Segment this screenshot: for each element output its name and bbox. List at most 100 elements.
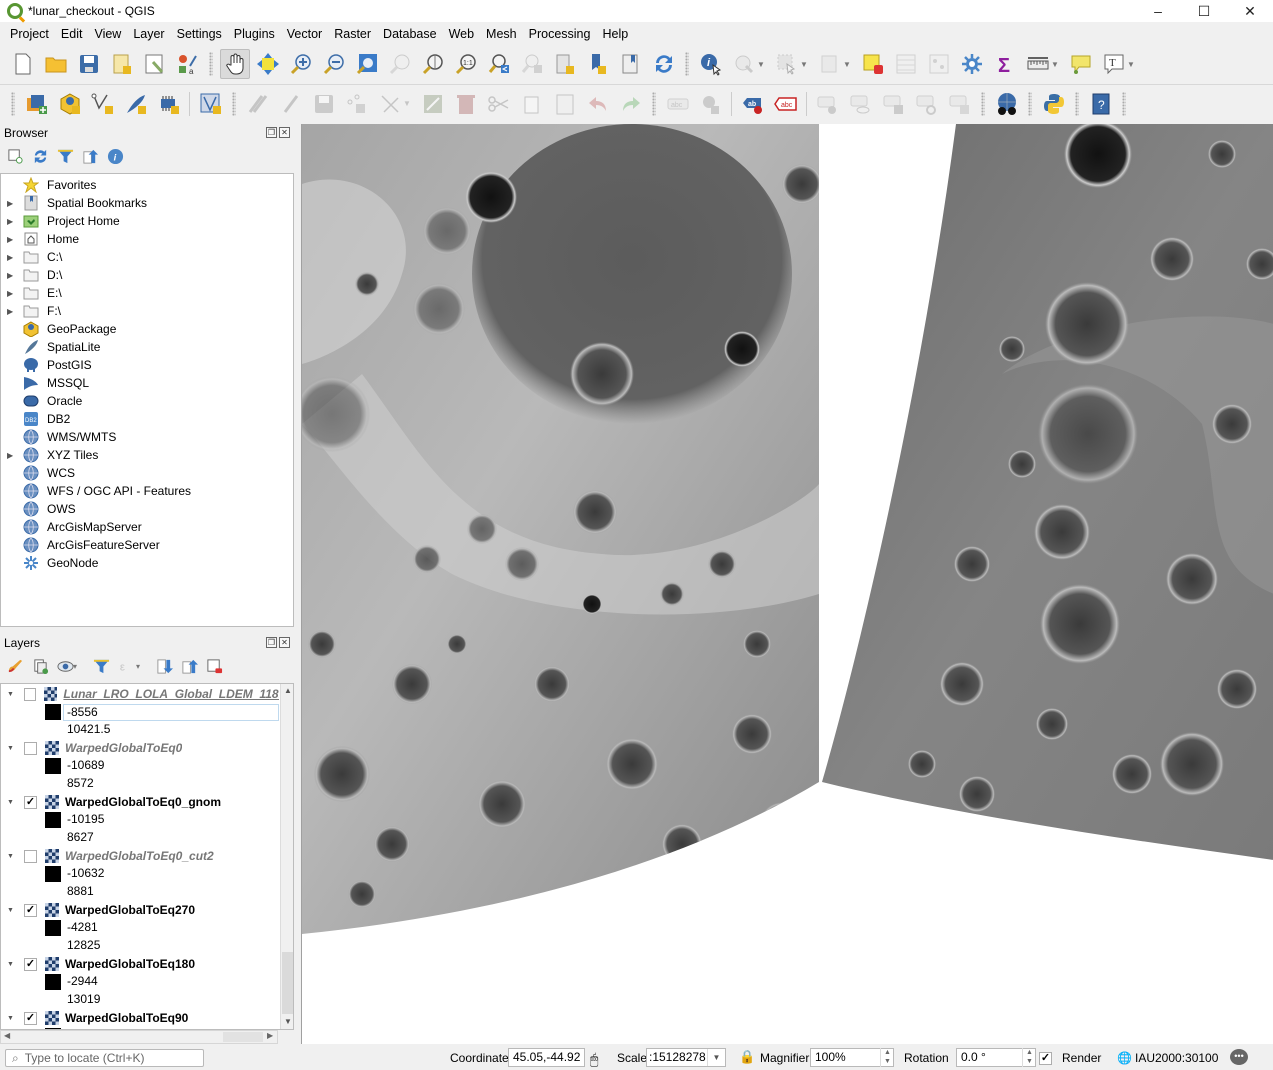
collapse-arrow-icon[interactable]: ▼ <box>7 907 17 914</box>
layer-min-value[interactable]: -8556 <box>63 704 279 721</box>
minimize-button[interactable]: – <box>1135 0 1181 22</box>
close-panel-icon[interactable]: ✕ <box>279 127 290 138</box>
label-toolbar-button[interactable]: abc <box>663 89 693 119</box>
collapse-arrow-icon[interactable]: ▼ <box>7 961 17 968</box>
add-selected-layers-button[interactable] <box>6 147 25 166</box>
scale-field[interactable]: :15128278 ▼ <box>646 1048 726 1067</box>
messages-icon[interactable]: ••• <box>1230 1049 1248 1065</box>
browser-item[interactable]: ▶ D:\ <box>1 266 293 284</box>
cut-features-button[interactable] <box>484 89 514 119</box>
menu-edit[interactable]: Edit <box>55 27 89 41</box>
maximize-button[interactable]: ☐ <box>1181 0 1227 22</box>
toolbar-grip[interactable] <box>1122 91 1126 116</box>
browser-item[interactable]: OWS <box>1 500 293 518</box>
menu-web[interactable]: Web <box>443 27 480 41</box>
scroll-left-icon[interactable]: ◀ <box>4 1031 10 1040</box>
menu-layer[interactable]: Layer <box>127 27 170 41</box>
browser-item[interactable]: GeoPackage <box>1 320 293 338</box>
new-map-view-button[interactable] <box>550 49 580 79</box>
browser-item[interactable]: ArcGisMapServer <box>1 518 293 536</box>
chevron-down-icon[interactable]: ▾ <box>73 662 82 671</box>
zoom-full-button[interactable] <box>352 49 382 79</box>
toolbar-grip[interactable] <box>981 91 985 116</box>
render-checkbox[interactable]: ✓ <box>1039 1052 1052 1065</box>
expand-arrow-icon[interactable]: ▶ <box>7 235 17 244</box>
filter-by-expression-button[interactable]: ε <box>117 657 136 676</box>
layer-visibility-checkbox[interactable] <box>24 741 37 755</box>
field-calculator-button[interactable]: Σ <box>990 49 1020 79</box>
statistics-summary-button[interactable] <box>924 49 954 79</box>
text-annotation-button[interactable]: T <box>1099 49 1129 79</box>
toolbar-grip[interactable] <box>1028 91 1032 116</box>
browser-item[interactable]: DB2 DB2 <box>1 410 293 428</box>
browser-item[interactable]: Favorites <box>1 176 293 194</box>
float-panel-icon[interactable]: ❐ <box>266 637 277 648</box>
collapse-arrow-icon[interactable]: ▼ <box>7 745 17 752</box>
menu-processing[interactable]: Processing <box>523 27 597 41</box>
copy-features-button[interactable] <box>517 89 547 119</box>
zoom-to-layer-button[interactable] <box>418 49 448 79</box>
new-print-layout-button[interactable] <box>107 49 137 79</box>
layer-visibility-checkbox[interactable] <box>24 849 37 863</box>
deselect-all-button[interactable] <box>858 49 888 79</box>
move-labels-diagrams-button[interactable] <box>879 89 909 119</box>
collapse-arrow-icon[interactable]: ▼ <box>7 799 17 806</box>
refresh-browser-button[interactable] <box>31 147 50 166</box>
rotate-label-button[interactable] <box>912 89 942 119</box>
add-feature-button[interactable] <box>342 89 372 119</box>
browser-item[interactable]: ▶ Project Home <box>1 212 293 230</box>
select-features-button[interactable] <box>772 49 802 79</box>
layout-manager-button[interactable] <box>140 49 170 79</box>
current-edits-button[interactable] <box>243 89 273 119</box>
browser-item[interactable]: SpatiaLite <box>1 338 293 356</box>
chevron-down-icon[interactable]: ▼ <box>403 99 412 108</box>
style-manager-button[interactable]: a <box>173 49 203 79</box>
measure-button[interactable] <box>1023 49 1053 79</box>
layer-visibility-checkbox[interactable]: ✓ <box>24 957 37 971</box>
properties-button[interactable]: i <box>106 147 125 166</box>
data-source-manager-button[interactable] <box>22 89 52 119</box>
layer-item[interactable]: ▼ ✓ WarpedGlobalToEq0_gnom <box>1 793 279 811</box>
toolbar-grip[interactable] <box>209 52 213 76</box>
add-group-button[interactable] <box>31 657 50 676</box>
open-attribute-table-button[interactable] <box>891 49 921 79</box>
python-console-button[interactable] <box>1039 89 1069 119</box>
collapse-arrow-icon[interactable]: ▼ <box>7 691 17 698</box>
layers-horizontal-scrollbar[interactable]: ◀ ▶ <box>0 1030 278 1044</box>
style-panel-button[interactable] <box>6 657 25 676</box>
zoom-to-selection-button[interactable] <box>385 49 415 79</box>
layer-visibility-checkbox[interactable] <box>23 687 37 701</box>
expand-arrow-icon[interactable]: ▶ <box>7 451 17 460</box>
layer-item[interactable]: ▼ Lunar_LRO_LOLA_Global_LDEM_118m <box>1 685 279 703</box>
menu-plugins[interactable]: Plugins <box>228 27 281 41</box>
menu-settings[interactable]: Settings <box>171 27 228 41</box>
toolbox-button[interactable] <box>957 49 987 79</box>
zoom-out-button[interactable] <box>319 49 349 79</box>
menu-database[interactable]: Database <box>377 27 443 41</box>
new-temporary-scratch-layer-button[interactable] <box>196 89 226 119</box>
new-geopackage-layer-button[interactable] <box>55 89 85 119</box>
scroll-up-icon[interactable]: ▲ <box>284 686 292 695</box>
deselect-button[interactable] <box>815 49 845 79</box>
magnifier-spinner-icon[interactable]: ▲ ▼ <box>880 1048 894 1067</box>
help-button[interactable]: ? <box>1086 89 1116 119</box>
scrollbar-thumb[interactable] <box>282 952 293 1014</box>
pan-map-button[interactable] <box>219 49 250 79</box>
layer-visibility-checkbox[interactable]: ✓ <box>24 1011 37 1025</box>
label-properties-button[interactable] <box>945 89 975 119</box>
expand-arrow-icon[interactable]: ▶ <box>7 289 17 298</box>
toolbar-grip[interactable] <box>685 52 689 76</box>
layer-item[interactable]: ▼ ✓ WarpedGlobalToEq270 <box>1 901 279 919</box>
locator-search-input[interactable]: ⌕ Type to locate (Ctrl+K) <box>5 1049 204 1067</box>
toolbar-grip[interactable] <box>11 91 15 116</box>
scrollbar-thumb[interactable] <box>223 1032 263 1042</box>
select-by-area-button[interactable] <box>729 49 759 79</box>
crs-button[interactable]: IAU2000:30100 <box>1135 1051 1218 1065</box>
undo-button[interactable] <box>583 89 613 119</box>
toolbar-grip[interactable] <box>1075 91 1079 116</box>
browser-item[interactable]: Oracle <box>1 392 293 410</box>
collapse-all-button[interactable] <box>81 147 100 166</box>
show-bookmarks-button[interactable] <box>616 49 646 79</box>
pin-labels-button[interactable] <box>696 89 726 119</box>
browser-item[interactable]: WMS/WMTS <box>1 428 293 446</box>
